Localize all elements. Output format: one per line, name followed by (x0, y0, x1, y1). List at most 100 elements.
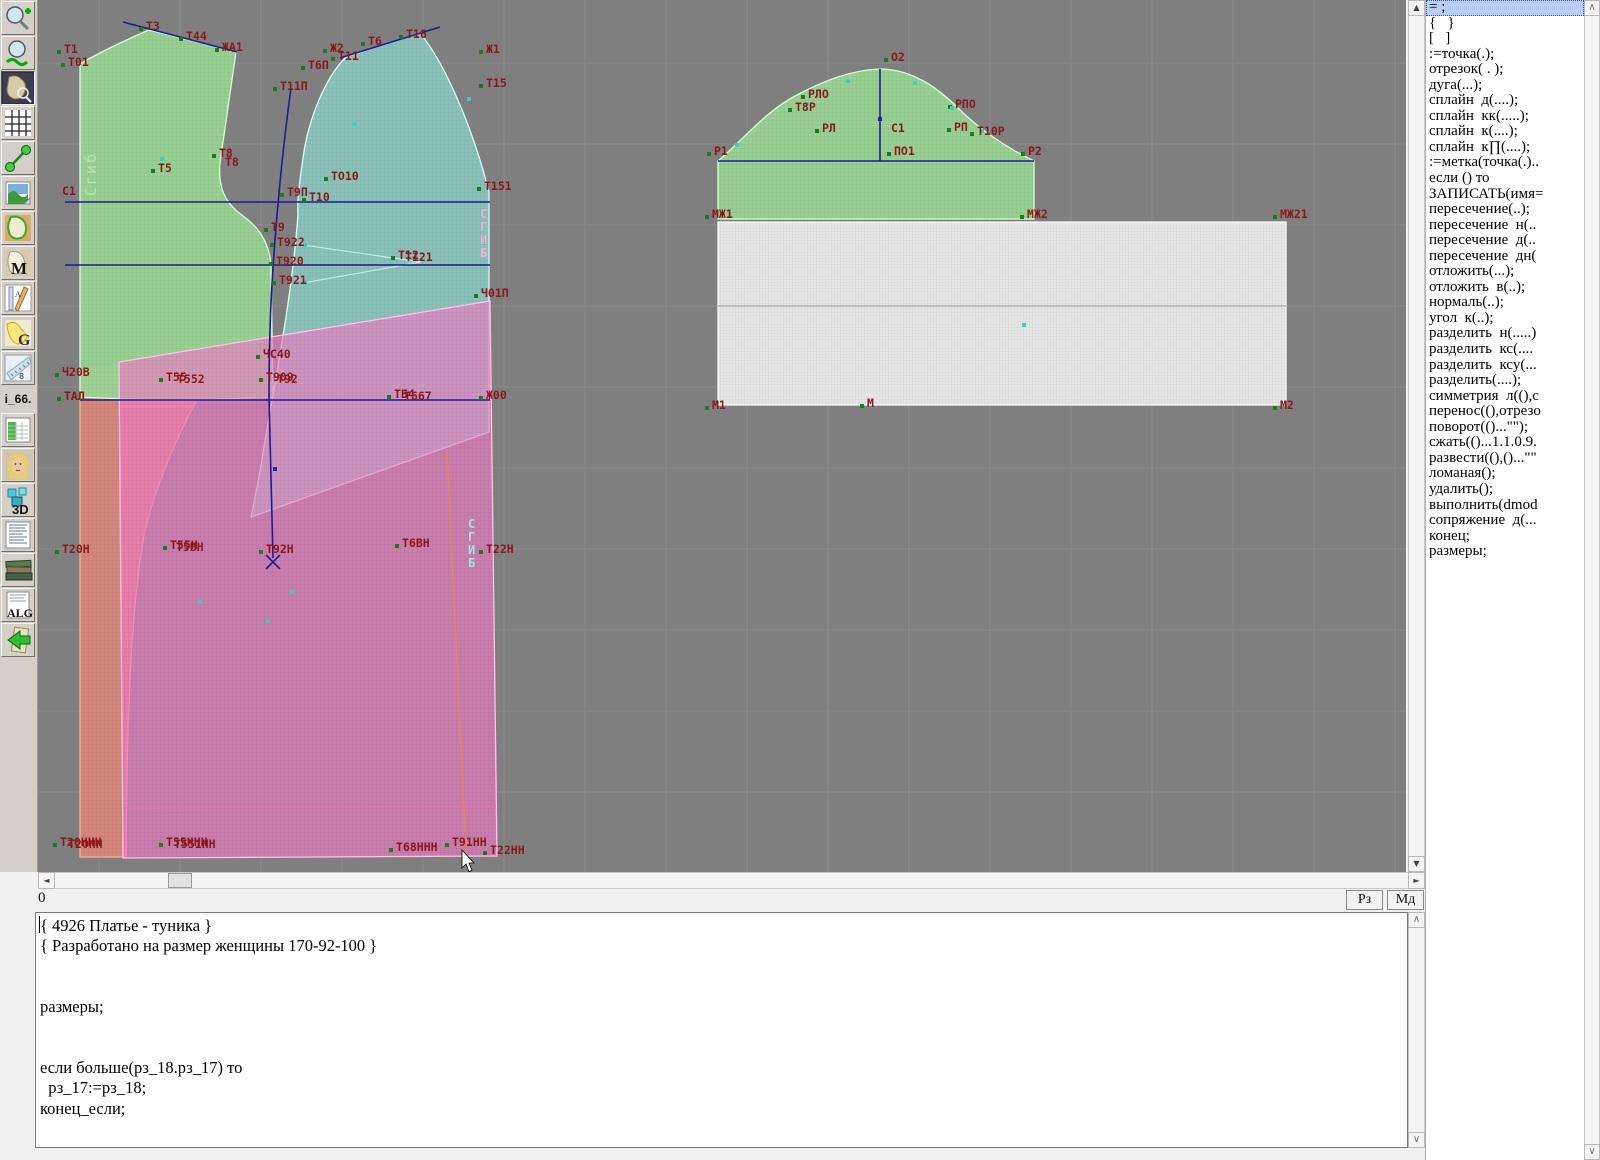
command-item[interactable]: пересечение д(.. (1426, 233, 1584, 249)
editor-vscrollbar[interactable] (1408, 912, 1425, 1148)
canvas-vscrollbar[interactable] (1408, 0, 1425, 872)
portrait-icon[interactable] (1, 448, 35, 482)
svg-text:Р2: Р2 (1028, 144, 1042, 158)
svg-text:Т5: Т5 (158, 161, 172, 175)
canvas-scroll-down-icon[interactable]: ▼ (1408, 856, 1425, 872)
image-icon[interactable] (1, 176, 35, 210)
svg-text:А: А (15, 290, 21, 299)
svg-text:Т8Р: Т8Р (795, 100, 816, 114)
command-item[interactable]: поворот(()...""); (1426, 420, 1584, 436)
svg-text:Т6П: Т6П (308, 58, 329, 72)
command-item[interactable]: отложить в(..); (1426, 280, 1584, 296)
table-icon[interactable] (1, 413, 35, 447)
svg-text:Т920: Т920 (276, 254, 304, 268)
command-item[interactable]: разделить н(.....) (1426, 326, 1584, 342)
command-item[interactable]: пересечение(..); (1426, 202, 1584, 218)
command-item[interactable]: развести((),()..."" (1426, 451, 1584, 467)
command-item[interactable]: сплайн к(....); (1426, 124, 1584, 140)
pattern-m-icon[interactable]: M (1, 246, 35, 280)
grid-icon[interactable] (1, 106, 35, 140)
command-item[interactable]: сплайн д(....); (1426, 93, 1584, 109)
command-item[interactable]: симметрия л((),с (1426, 389, 1584, 405)
editor-line (36, 1038, 1407, 1058)
command-item[interactable]: конец; (1426, 529, 1584, 545)
status-value: 0 (38, 890, 46, 907)
command-item[interactable]: пересечение н(.. (1426, 218, 1584, 234)
zoom-region-icon[interactable] (1, 71, 35, 105)
alg-icon[interactable]: ALG (1, 588, 35, 622)
command-item[interactable]: :=точка(.); (1426, 47, 1584, 63)
command-item[interactable]: выполнить(dmod (1426, 498, 1584, 514)
editor-line (36, 977, 1407, 997)
command-item[interactable]: размеры; (1426, 544, 1584, 560)
zoom-in-icon[interactable] (1, 1, 35, 35)
piece-sleeve-cap[interactable] (718, 69, 1034, 219)
svg-text:Т10Р: Т10Р (977, 124, 1005, 138)
pattern-canvas[interactable]: Т3Т44ЖА1Т1Т01Ж2Т11Т6Т16Т6ПЖ1Т15Т11ПТ8Т8Т… (38, 0, 1406, 872)
canvas-hscroll-thumb[interactable] (168, 873, 192, 888)
svg-text:Т92Н: Т92Н (266, 542, 294, 556)
svg-text:С1: С1 (62, 184, 76, 198)
pattern-edit-icon[interactable] (1, 211, 35, 245)
editor-line: если больше(рз_18.рз_17) то (36, 1058, 1407, 1078)
svg-text:СГИБ: СГИБ (480, 207, 487, 260)
md-button[interactable]: Мд (1387, 890, 1424, 910)
command-item[interactable]: если () то (1426, 171, 1584, 187)
export-icon[interactable] (1, 623, 35, 657)
command-item[interactable]: = ; (1426, 0, 1584, 16)
svg-text:Т22НН: Т22НН (490, 843, 525, 857)
command-item[interactable]: разделить(....); (1426, 373, 1584, 389)
command-item[interactable]: ЗАПИСАТЬ(имя= (1426, 187, 1584, 203)
program-editor[interactable]: { 4926 Платье - туника }{ Разработано на… (35, 912, 1408, 1148)
command-item[interactable]: [ ] (1426, 31, 1584, 47)
svg-text:ALG: ALG (7, 606, 33, 620)
piece-band[interactable] (718, 222, 1286, 405)
command-item[interactable]: сплайн к∏(....); (1426, 140, 1584, 156)
svg-text:Ж1: Ж1 (486, 42, 500, 56)
command-item[interactable]: нормаль(..); (1426, 295, 1584, 311)
command-item[interactable]: :=метка(точка(.).. (1426, 155, 1584, 171)
svg-text:Ж00: Ж00 (486, 388, 507, 402)
piece-front-skirt[interactable] (119, 301, 497, 858)
svg-text:С1: С1 (891, 121, 905, 135)
three-d-icon[interactable]: 3D (1, 483, 35, 517)
svg-text:РЛ: РЛ (822, 121, 836, 135)
canvas-scroll-up-icon[interactable]: ▲ (1408, 0, 1425, 16)
command-item[interactable]: сплайн кк(.....); (1426, 109, 1584, 125)
command-item[interactable]: разделить кс(.... (1426, 342, 1584, 358)
command-item[interactable]: сжать(()...1.1.0.9. (1426, 435, 1584, 451)
books-icon[interactable] (1, 553, 35, 587)
command-item[interactable]: отрезок( . ); (1426, 62, 1584, 78)
canvas-hscrollbar[interactable] (38, 872, 1425, 889)
canvas-scroll-right-icon[interactable]: ► (1408, 872, 1425, 889)
command-item[interactable]: перенос((),отрезо (1426, 404, 1584, 420)
canvas-scroll-left-icon[interactable]: ◄ (38, 872, 55, 889)
command-item[interactable]: отложить(...); (1426, 264, 1584, 280)
command-item[interactable]: { } (1426, 16, 1584, 32)
toolbar: M А G8i_66. 3D ALG (0, 0, 38, 872)
editor-scroll-up-icon[interactable]: ∧ (1408, 912, 1425, 928)
command-item[interactable]: разделить ксу(... (1426, 358, 1584, 374)
pattern-g-icon[interactable]: G (1, 316, 35, 350)
svg-text:Т01: Т01 (68, 55, 89, 69)
command-list-scrollbar[interactable] (1584, 0, 1600, 1160)
i66-label[interactable]: i_66. (1, 386, 35, 412)
text-list-icon[interactable] (1, 518, 35, 552)
command-item[interactable]: ломаная(); (1426, 466, 1584, 482)
command-item[interactable]: пересечение дн( (1426, 249, 1584, 265)
drafting-icon[interactable]: А (1, 281, 35, 315)
rz-button[interactable]: Рз (1346, 890, 1383, 910)
svg-text:Т551НН: Т551НН (174, 837, 216, 851)
svg-text:Т2ОНН: Т2ОНН (68, 837, 103, 851)
command-item[interactable]: сопряжение д(... (1426, 513, 1584, 529)
zoom-out-icon[interactable] (1, 36, 35, 70)
ruler-icon[interactable]: 8 (1, 351, 35, 385)
editor-scroll-down-icon[interactable]: ∨ (1408, 1132, 1425, 1148)
command-list-scroll-up-icon[interactable]: ∧ (1584, 0, 1600, 16)
measure-icon[interactable] (1, 141, 35, 175)
command-list-scroll-down-icon[interactable]: ∨ (1584, 1144, 1600, 1160)
command-item[interactable]: удалить(); (1426, 482, 1584, 498)
command-item[interactable]: дуга(...); (1426, 78, 1584, 94)
command-item[interactable]: угол к(..); (1426, 311, 1584, 327)
svg-text:Т22Н: Т22Н (486, 542, 514, 556)
